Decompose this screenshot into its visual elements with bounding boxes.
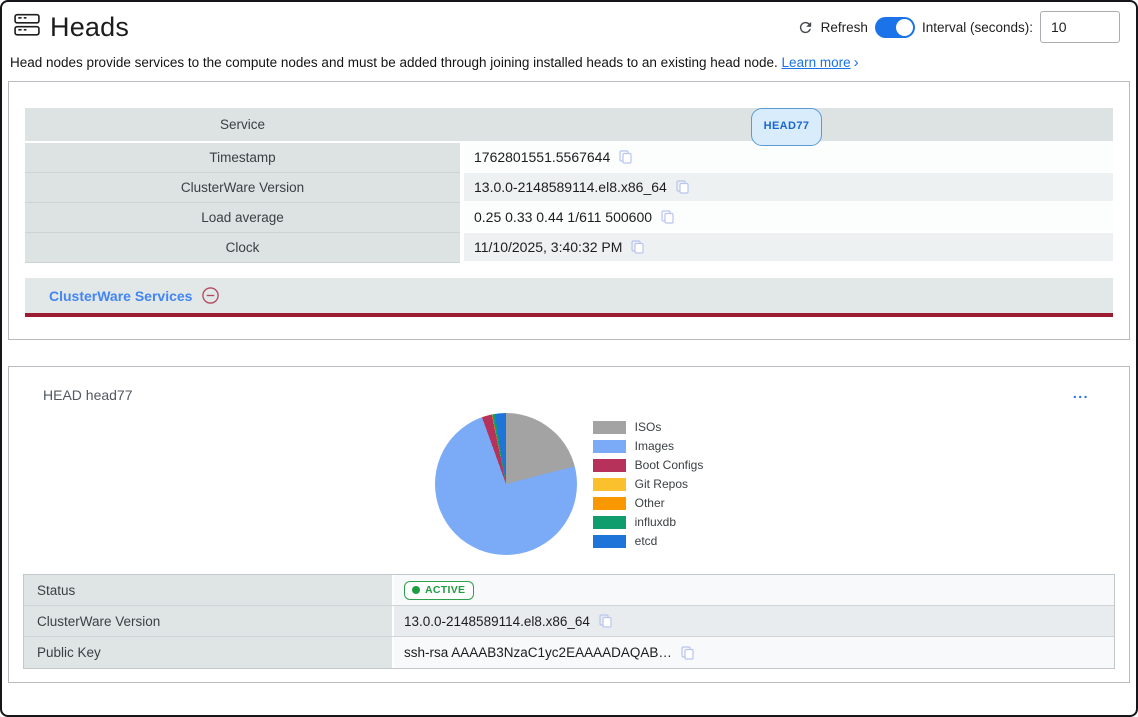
legend-swatch: [593, 440, 626, 453]
collapse-minus-icon[interactable]: [201, 286, 220, 305]
legend-item: etcd: [593, 534, 704, 548]
legend-swatch: [593, 535, 626, 548]
row-label: Public Key: [24, 637, 394, 668]
description-text: Head nodes provide services to the compu…: [10, 55, 778, 70]
table-row-status: Status ACTIVE: [24, 575, 1114, 606]
head-panel: HEAD head77 ... ISOs Images Boot Configs Gi…: [8, 366, 1130, 683]
legend-label: Boot Configs: [635, 458, 704, 472]
service-column-header: Service: [25, 108, 460, 141]
head-details-table: Status ACTIVE ClusterWare Version 13.0.0…: [23, 574, 1115, 669]
row-label: ClusterWare Version: [25, 173, 460, 203]
row-label: Status: [24, 575, 394, 605]
legend-label: etcd: [635, 534, 658, 548]
refresh-toggle[interactable]: [875, 17, 915, 38]
legend-label: ISOs: [635, 420, 662, 434]
legend-label: Git Repos: [635, 477, 688, 491]
heads-icon: [14, 13, 40, 42]
legend-swatch: [593, 478, 626, 491]
legend-item: Git Repos: [593, 477, 704, 491]
heads-page: { "header": { "title": "Heads", "refresh…: [0, 0, 1138, 717]
legend-item: Images: [593, 439, 704, 453]
refresh-label: Refresh: [821, 20, 868, 35]
table-row-load-average: Load average 0.25 0.33 0.44 1/611 500600: [25, 203, 1113, 233]
chevron-right-icon: ›: [854, 54, 859, 71]
legend-item: Other: [593, 496, 704, 510]
interval-input[interactable]: [1040, 11, 1120, 43]
row-label: Timestamp: [25, 143, 460, 173]
refresh-icon[interactable]: [797, 19, 814, 36]
service-panel: Service HEAD77 Timestamp 1762801551.5567…: [8, 81, 1130, 340]
row-value: 1762801551.5567644: [474, 149, 610, 165]
legend-label: influxdb: [635, 515, 676, 529]
page-description: Head nodes provide services to the compu…: [2, 45, 1136, 81]
status-text: ACTIVE: [425, 584, 465, 596]
copy-icon[interactable]: [681, 646, 694, 660]
table-row-timestamp: Timestamp 1762801551.5567644: [25, 143, 1113, 173]
service-table-header: Service HEAD77: [25, 108, 1113, 141]
copy-icon[interactable]: [599, 614, 612, 628]
copy-icon[interactable]: [661, 210, 674, 224]
row-value: 13.0.0-2148589114.el8.x86_64: [474, 179, 667, 195]
page-title: Heads: [50, 12, 129, 43]
learn-more-link[interactable]: Learn more: [782, 55, 851, 70]
legend-item: ISOs: [593, 420, 704, 434]
table-row-clusterware-version: ClusterWare Version 13.0.0-2148589114.el…: [24, 606, 1114, 637]
head-panel-title: HEAD head77: [23, 381, 1115, 403]
table-row-public-key: Public Key ssh-rsa AAAAB3NzaC1yc2EAAAADA…: [24, 637, 1114, 668]
clusterware-services-section: ClusterWare Services: [25, 278, 1113, 317]
legend-item: Boot Configs: [593, 458, 704, 472]
row-value: 11/10/2025, 3:40:32 PM: [474, 239, 622, 255]
interval-label: Interval (seconds):: [922, 20, 1033, 35]
row-value: 0.25 0.33 0.44 1/611 500600: [474, 209, 652, 225]
copy-icon[interactable]: [631, 240, 644, 254]
copy-icon[interactable]: [676, 180, 689, 194]
legend-label: Images: [635, 439, 674, 453]
row-label: ClusterWare Version: [24, 606, 394, 636]
legend-swatch: [593, 516, 626, 529]
legend-item: influxdb: [593, 515, 704, 529]
service-table: Service HEAD77 Timestamp 1762801551.5567…: [25, 108, 1113, 263]
legend-swatch: [593, 421, 626, 434]
pie-legend: ISOs Images Boot Configs Git Repos Other infl…: [593, 420, 704, 548]
head77-badge[interactable]: HEAD77: [751, 108, 823, 146]
pie-chart: [435, 413, 577, 555]
status-badge: ACTIVE: [404, 581, 474, 600]
ellipsis-menu[interactable]: ...: [1073, 389, 1089, 397]
clusterware-services-link[interactable]: ClusterWare Services: [49, 288, 192, 304]
row-value: 13.0.0-2148589114.el8.x86_64: [404, 614, 590, 629]
table-row-clusterware-version: ClusterWare Version 13.0.0-2148589114.el…: [25, 173, 1113, 203]
status-dot-icon: [412, 586, 420, 594]
row-label: Load average: [25, 203, 460, 233]
toggle-knob: [896, 19, 913, 36]
table-row-clock: Clock 11/10/2025, 3:40:32 PM: [25, 233, 1113, 263]
legend-swatch: [593, 459, 626, 472]
top-bar: Heads Refresh Interval (seconds):: [2, 2, 1136, 45]
row-value: ssh-rsa AAAAB3NzaC1yc2EAAAADAQAB…: [404, 645, 672, 660]
copy-icon[interactable]: [619, 150, 632, 164]
legend-swatch: [593, 497, 626, 510]
storage-pie-chart: ISOs Images Boot Configs Git Repos Other infl…: [23, 405, 1115, 563]
row-label: Clock: [25, 233, 460, 263]
legend-label: Other: [635, 496, 665, 510]
